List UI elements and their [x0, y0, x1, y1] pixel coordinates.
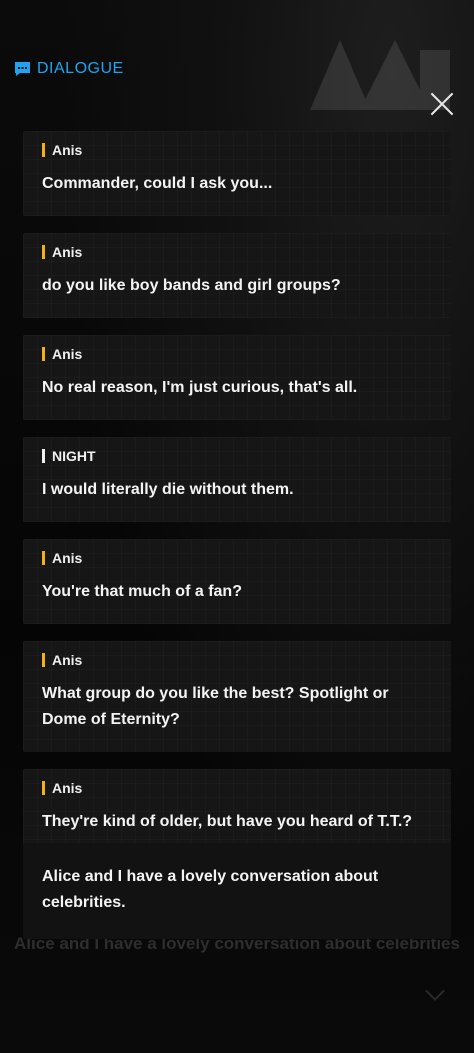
dialogue-entry: Anis What group do you like the best? Sp… — [23, 641, 451, 752]
close-button[interactable] — [428, 90, 456, 118]
dialogue-line: They're kind of older, but have you hear… — [42, 813, 413, 830]
speaker-bar-icon — [42, 449, 45, 463]
dialogue-header: DIALOGUE — [14, 58, 124, 80]
dialogue-entry: Anis They're kind of older, but have you… — [23, 769, 451, 854]
speaker-name: Anis — [52, 652, 83, 668]
dialogue-line: do you like boy bands and girl groups? — [42, 277, 341, 294]
speaker-label: Anis — [42, 650, 432, 670]
speaker-bar-icon — [42, 347, 45, 361]
dialogue-line: I would literally die without them. — [42, 481, 294, 498]
speaker-label: Anis — [42, 344, 432, 364]
dialogue-line: No real reason, I'm just curious, that's… — [42, 379, 358, 396]
speaker-label: Anis — [42, 242, 432, 262]
speaker-label: Anis — [42, 548, 432, 568]
speaker-name: Anis — [52, 780, 83, 796]
speaker-bar-icon — [42, 551, 45, 565]
speaker-name: NIGHT — [52, 448, 96, 464]
speaker-bar-icon — [42, 781, 45, 795]
speaker-label: Anis — [42, 778, 432, 798]
speaker-name: Anis — [52, 142, 83, 158]
speaker-name: Anis — [52, 244, 83, 260]
speaker-label: Anis — [42, 140, 432, 160]
speaker-name: Anis — [52, 346, 83, 362]
dialogue-line: You're that much of a fan? — [42, 583, 242, 600]
dialogue-entry: NIGHT I would literally die without them… — [23, 437, 451, 522]
speaker-bar-icon — [42, 653, 45, 667]
speaker-label: NIGHT — [42, 446, 432, 466]
dialogue-log[interactable]: Anis Commander, could I ask you... Anis … — [23, 131, 451, 871]
dialogue-entry: Anis do you like boy bands and girl grou… — [23, 233, 451, 318]
dialogue-entry: Anis No real reason, I'm just curious, t… — [23, 335, 451, 420]
dialogue-title: DIALOGUE — [37, 60, 124, 77]
speaker-name: Anis — [52, 550, 83, 566]
speech-bubble-icon — [15, 62, 30, 76]
dialogue-entry: Anis Commander, could I ask you... — [23, 131, 451, 216]
speaker-bar-icon — [42, 143, 45, 157]
narration-box: Alice and I have a lovely conversation a… — [23, 843, 451, 939]
narration-text: Alice and I have a lovely conversation a… — [42, 868, 379, 911]
dialogue-line: What group do you like the best? Spotlig… — [42, 685, 389, 728]
dialogue-entry: Anis You're that much of a fan? — [23, 539, 451, 624]
speaker-bar-icon — [42, 245, 45, 259]
dialogue-line: Commander, could I ask you... — [42, 175, 273, 192]
